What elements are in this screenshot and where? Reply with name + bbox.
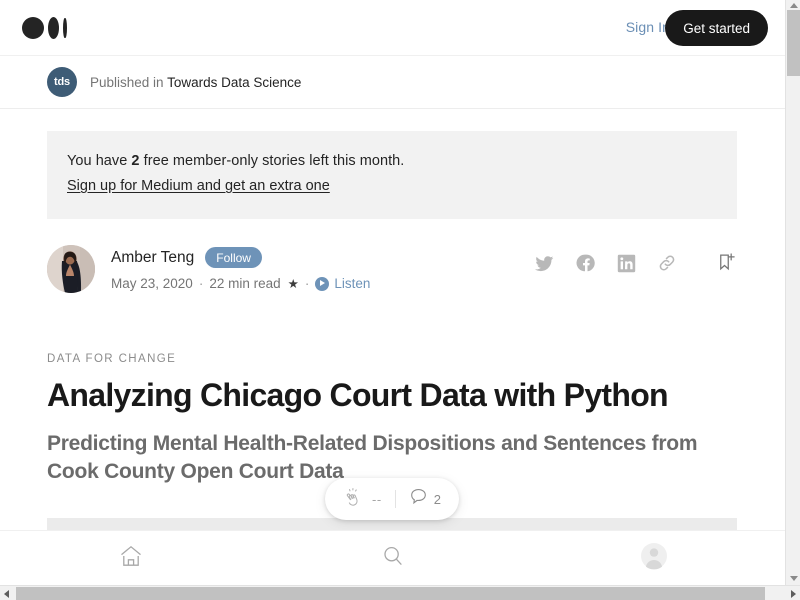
article-title-block: DATA FOR CHANGE Analyzing Chicago Court … bbox=[47, 353, 747, 486]
clap-count: -- bbox=[372, 491, 382, 507]
nav-profile[interactable] bbox=[523, 542, 785, 575]
notice-text-after: free member-only stories left this month… bbox=[139, 153, 405, 169]
get-started-button[interactable]: Get started bbox=[665, 10, 768, 46]
publish-date: May 23, 2020 bbox=[111, 276, 193, 291]
scroll-left-arrow-icon[interactable] bbox=[4, 589, 9, 598]
author-avatar[interactable] bbox=[47, 245, 95, 293]
signup-link[interactable]: Sign up for Medium and get an extra one bbox=[67, 178, 330, 194]
clap-icon[interactable] bbox=[343, 486, 365, 513]
vertical-scrollbar[interactable] bbox=[785, 0, 800, 585]
scroll-up-arrow-icon[interactable] bbox=[789, 3, 798, 8]
publication-label: Published in Towards Data Science bbox=[90, 75, 301, 90]
publication-avatar[interactable]: tds bbox=[47, 67, 77, 97]
scroll-down-arrow-icon[interactable] bbox=[789, 576, 798, 581]
author-name-row: Amber Teng Follow bbox=[111, 247, 370, 268]
article-content: You have 2 free member-only stories left… bbox=[0, 109, 785, 486]
search-icon bbox=[380, 543, 406, 574]
article-meta-row: May 23, 2020 · 22 min read ★ · Listen bbox=[111, 276, 370, 291]
meta-separator-2: · bbox=[304, 276, 310, 291]
link-icon[interactable] bbox=[657, 253, 677, 278]
read-time: 22 min read bbox=[209, 276, 281, 291]
published-in-prefix: Published in bbox=[90, 74, 168, 90]
profile-avatar-icon bbox=[640, 542, 668, 575]
top-navigation-bar: Sign In Get started bbox=[0, 0, 785, 56]
comment-count: 2 bbox=[433, 491, 441, 507]
play-icon bbox=[315, 276, 330, 291]
facebook-icon[interactable] bbox=[576, 253, 596, 278]
article-kicker: DATA FOR CHANGE bbox=[47, 353, 177, 365]
nav-search[interactable] bbox=[262, 543, 524, 574]
notice-text: You have 2 free member-only stories left… bbox=[67, 153, 737, 169]
twitter-icon[interactable] bbox=[535, 253, 555, 278]
author-meta: Amber Teng Follow May 23, 2020 · 22 min … bbox=[111, 247, 370, 291]
author-byline: Amber Teng Follow May 23, 2020 · 22 min … bbox=[47, 245, 737, 301]
share-icons bbox=[514, 252, 737, 279]
listen-button[interactable]: Listen bbox=[315, 276, 370, 291]
bottom-navigation-bar bbox=[0, 530, 785, 585]
meta-separator-1: · bbox=[198, 276, 204, 291]
home-icon bbox=[118, 543, 144, 574]
follow-button[interactable]: Follow bbox=[205, 247, 262, 268]
notice-count: 2 bbox=[131, 153, 140, 169]
author-name[interactable]: Amber Teng bbox=[111, 249, 194, 267]
comment-icon[interactable] bbox=[409, 487, 428, 511]
engagement-bar: -- 2 bbox=[325, 478, 459, 520]
bookmark-add-icon[interactable] bbox=[717, 252, 737, 279]
medium-logo[interactable] bbox=[22, 16, 74, 40]
listen-label: Listen bbox=[334, 276, 371, 291]
notice-text-before: You have bbox=[67, 153, 132, 169]
linkedin-icon[interactable] bbox=[617, 254, 636, 278]
member-star-icon: ★ bbox=[287, 277, 299, 291]
horizontal-scrollbar-thumb[interactable] bbox=[16, 587, 765, 600]
page-title: Analyzing Chicago Court Data with Python bbox=[47, 377, 669, 413]
vertical-scrollbar-thumb[interactable] bbox=[787, 10, 800, 76]
horizontal-scrollbar[interactable] bbox=[0, 585, 800, 600]
publication-header: tds Published in Towards Data Science bbox=[0, 56, 785, 109]
scroll-right-arrow-icon[interactable] bbox=[791, 589, 796, 598]
member-stories-notice: You have 2 free member-only stories left… bbox=[47, 131, 737, 219]
publication-name[interactable]: Towards Data Science bbox=[167, 75, 301, 90]
pill-divider bbox=[394, 490, 396, 508]
sign-in-link[interactable]: Sign In bbox=[626, 19, 670, 35]
browser-viewport: Sign In Get started tds Published in Tow… bbox=[0, 0, 800, 600]
nav-home[interactable] bbox=[0, 543, 262, 574]
